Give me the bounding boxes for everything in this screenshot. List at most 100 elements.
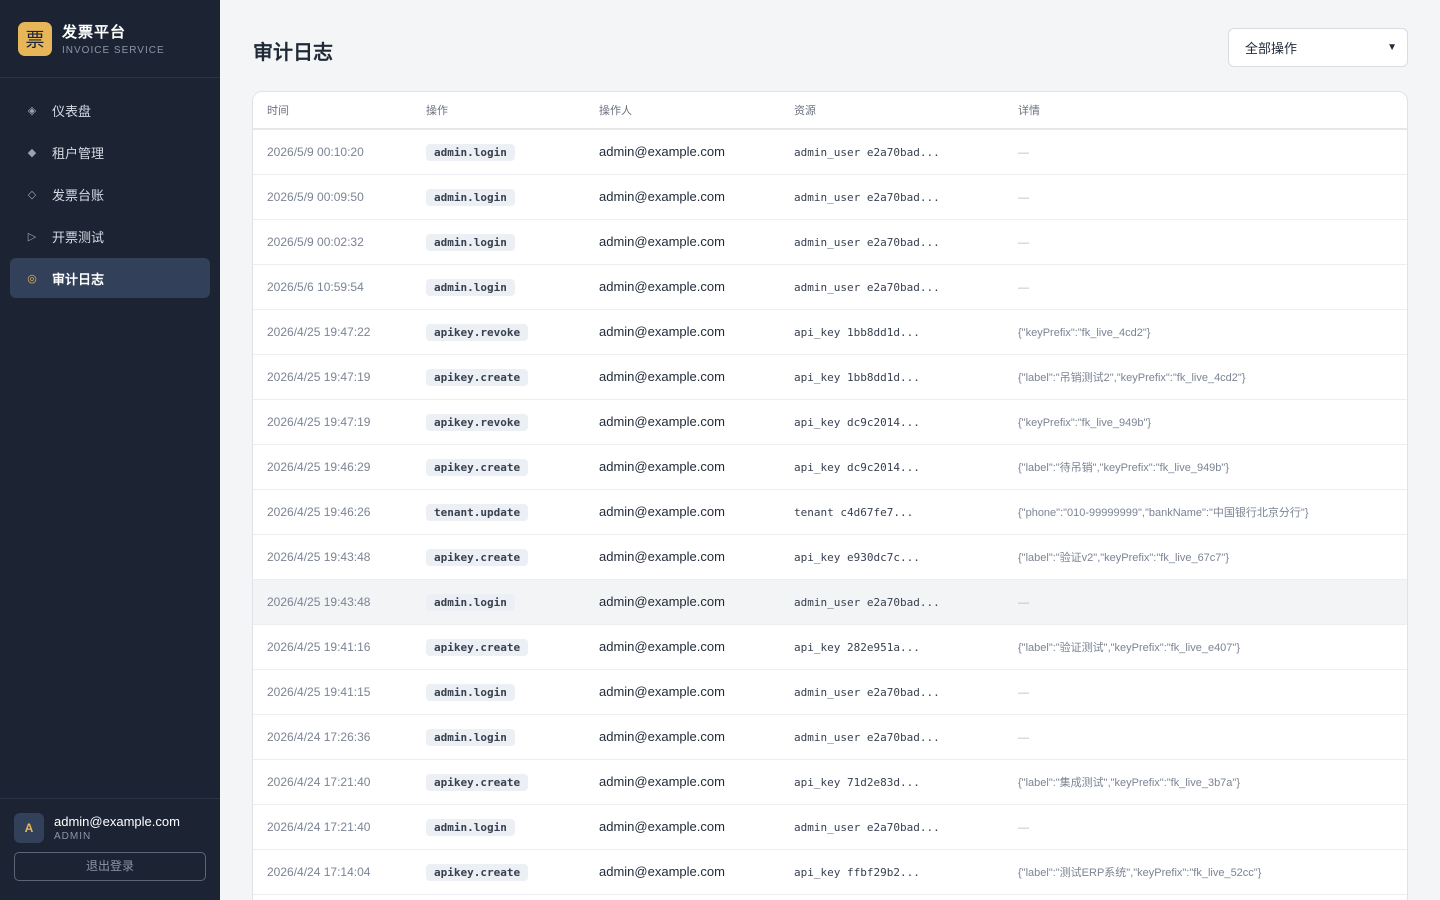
cell-resource-container: api_key dc9c2014... — [794, 413, 1018, 431]
sidebar-item-test-issue[interactable]: ▷ 开票测试 — [10, 216, 210, 256]
cell-resource-container: api_key ffbf29b2... — [794, 863, 1018, 881]
table-row: 2026/4/25 19:41:15 admin.login admin@examp… — [253, 670, 1407, 715]
table-row: 2026/5/9 00:02:32 admin.login admin@exampl… — [253, 220, 1407, 265]
cell-action: admin.login — [426, 279, 515, 296]
cell-resource: api_key 71d2e83d... — [794, 776, 920, 789]
cell-detail: {"keyPrefix":"fk_live_949b"} — [1018, 417, 1152, 429]
column-header-action: 操作 — [426, 105, 448, 117]
cell-operator: admin@example.com — [599, 189, 725, 204]
cell-operator: admin@example.com — [599, 594, 725, 609]
cell-operator: admin@example.com — [599, 819, 725, 834]
table-row: 2026/4/24 17:21:40 apikey.create admin@exa… — [253, 760, 1407, 805]
cell-operator-container: admin@example.com — [599, 548, 794, 566]
cell-action-container: admin.login — [426, 683, 599, 701]
cell-resource-container: tenant c4d67fe7... — [794, 503, 1018, 521]
cell-action: admin.login — [426, 189, 515, 206]
cell-operator-container: admin@example.com — [599, 368, 794, 386]
cell-time: 2026/5/9 00:09:50 — [267, 190, 364, 204]
cell-resource: tenant c4d67fe7... — [794, 506, 914, 519]
cell-detail-container: {"phone":"010-99999999","bankName":"中国银行… — [1018, 503, 1407, 521]
table-row: 2026/4/24 17:21:40 admin.login admin@examp… — [253, 805, 1407, 850]
action-filter-select[interactable]: 全部操作 ▼ — [1228, 28, 1408, 67]
table-row: 2026/4/25 19:46:26 tenant.update admin@exa… — [253, 490, 1407, 535]
main-content: 审计日志 全部操作 ▼ 时间 操作 操作人 资源 详情 2026/5/9 00:… — [220, 0, 1440, 900]
cell-resource-container: api_key 1bb8dd1d... — [794, 323, 1018, 341]
cell-operator-container: admin@example.com — [599, 503, 794, 521]
cell-resource-container: admin_user e2a70bad... — [794, 593, 1018, 611]
user-email: admin@example.com — [54, 814, 180, 829]
cell-time-container: 2026/4/25 19:46:29 — [253, 458, 426, 476]
cell-operator-container: admin@example.com — [599, 278, 794, 296]
logout-button[interactable]: 退出登录 — [14, 852, 206, 881]
cell-action: admin.login — [426, 144, 515, 161]
cell-resource: admin_user e2a70bad... — [794, 821, 940, 834]
cell-detail: {"keyPrefix":"fk_live_4cd2"} — [1018, 327, 1151, 339]
cell-detail: — — [1018, 687, 1029, 699]
cell-detail-container: {"label":"集成测试","keyPrefix":"fk_live_3b7… — [1018, 773, 1407, 791]
sidebar-item-dashboard[interactable]: ◈ 仪表盘 — [10, 90, 210, 130]
cell-detail: {"label":"验证v2","keyPrefix":"fk_live_67c… — [1018, 552, 1229, 564]
cell-resource-container: admin_user e2a70bad... — [794, 233, 1018, 251]
sidebar-item-tenants[interactable]: ◆ 租户管理 — [10, 132, 210, 172]
table-row: 2026/4/25 19:47:22 apikey.revoke admin@exa… — [253, 310, 1407, 355]
cell-action: admin.login — [426, 234, 515, 251]
cell-action-container: apikey.revoke — [426, 323, 599, 341]
cell-detail-container: — — [1018, 278, 1407, 296]
avatar: A — [14, 813, 44, 843]
cell-detail: {"label":"吊销测试2","keyPrefix":"fk_live_4c… — [1018, 372, 1246, 384]
diamond-outline-icon: ◇ — [27, 188, 37, 201]
cell-action: admin.login — [426, 594, 515, 611]
cell-time: 2026/5/9 00:10:20 — [267, 145, 364, 159]
cell-action-container: admin.login — [426, 278, 599, 296]
cell-time: 2026/4/25 19:41:16 — [267, 640, 371, 654]
sidebar-nav: ◈ 仪表盘 ◆ 租户管理 ◇ 发票台账 ▷ 开票测试 ◎ 审计日志 — [0, 78, 220, 298]
cell-detail: {"label":"待吊销","keyPrefix":"fk_live_949b… — [1018, 462, 1229, 474]
sidebar-footer: A admin@example.com ADMIN 退出登录 — [0, 798, 220, 900]
cell-detail-container: — — [1018, 593, 1407, 611]
cell-action-container: admin.login — [426, 233, 599, 251]
cell-resource: api_key 282e951a... — [794, 641, 920, 654]
cell-detail: — — [1018, 147, 1029, 159]
cell-detail: — — [1018, 822, 1029, 834]
sidebar-item-audit-log[interactable]: ◎ 审计日志 — [10, 258, 210, 298]
cell-detail-container: — — [1018, 683, 1407, 701]
cell-operator: admin@example.com — [599, 684, 725, 699]
cell-operator-container: admin@example.com — [599, 818, 794, 836]
cell-action-container: apikey.create — [426, 548, 599, 566]
target-icon: ◎ — [27, 272, 37, 285]
cell-operator: admin@example.com — [599, 774, 725, 789]
cell-action: apikey.create — [426, 639, 529, 656]
cell-operator: admin@example.com — [599, 369, 725, 384]
cell-operator-container: admin@example.com — [599, 683, 794, 701]
diamond-small-icon: ◈ — [27, 104, 37, 117]
cell-action: admin.login — [426, 819, 515, 836]
cell-resource-container: admin_user e2a70bad... — [794, 188, 1018, 206]
cell-resource-container: api_key 71d2e83d... — [794, 773, 1018, 791]
table-row: 2026/4/24 17:14:04 apikey.create admin@exa… — [253, 850, 1407, 895]
sidebar-item-label: 发票台账 — [52, 187, 105, 203]
cell-time: 2026/4/25 19:47:22 — [267, 325, 371, 339]
cell-time-container: 2026/4/25 19:47:19 — [253, 413, 426, 431]
sidebar-item-invoices[interactable]: ◇ 发票台账 — [10, 174, 210, 214]
user-details: admin@example.com ADMIN — [54, 814, 180, 842]
cell-time: 2026/4/25 19:43:48 — [267, 595, 371, 609]
cell-action: apikey.create — [426, 459, 529, 476]
column-header-detail: 详情 — [1018, 105, 1040, 117]
cell-detail: {"label":"验证测试","keyPrefix":"fk_live_e40… — [1018, 642, 1240, 654]
cell-operator-container: admin@example.com — [599, 143, 794, 161]
cell-time-container: 2026/5/9 00:10:20 — [253, 143, 426, 161]
cell-time-container: 2026/4/24 17:21:40 — [253, 773, 426, 791]
table-row: 2026/4/25 19:43:48 admin.login admin@examp… — [253, 580, 1407, 625]
cell-action-container: tenant.update — [426, 503, 599, 521]
cell-resource: api_key 1bb8dd1d... — [794, 371, 920, 384]
cell-operator-container: admin@example.com — [599, 413, 794, 431]
cell-detail-container: — — [1018, 188, 1407, 206]
cell-detail: — — [1018, 237, 1029, 249]
cell-resource-container: admin_user e2a70bad... — [794, 278, 1018, 296]
cell-action-container: admin.login — [426, 728, 599, 746]
table-row: 2026/4/25 19:43:48 apikey.create admin@exa… — [253, 535, 1407, 580]
cell-resource: api_key ffbf29b2... — [794, 866, 920, 879]
sidebar-item-label: 租户管理 — [52, 145, 105, 161]
cell-action-container: admin.login — [426, 188, 599, 206]
cell-action: admin.login — [426, 729, 515, 746]
